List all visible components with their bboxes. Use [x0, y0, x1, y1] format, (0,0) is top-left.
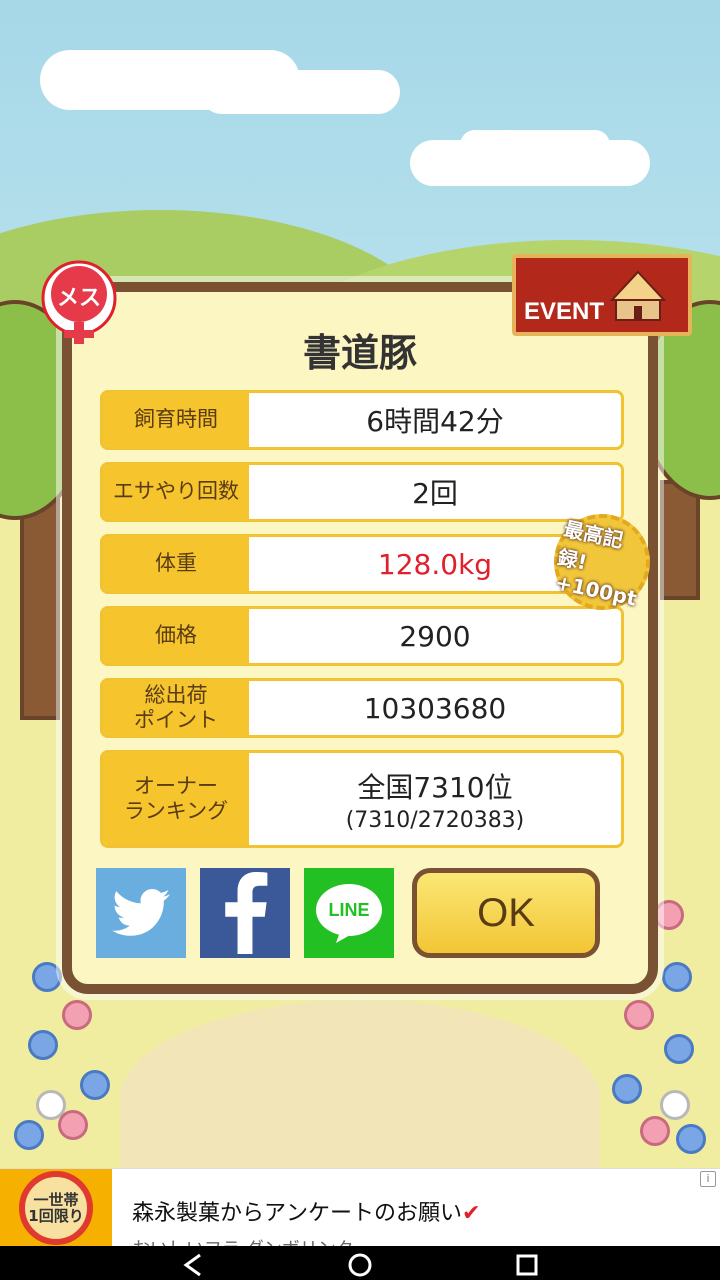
facebook-icon — [225, 872, 268, 954]
stat-label: 飼育時間 — [103, 393, 249, 447]
flower — [80, 1070, 110, 1100]
flower — [660, 1090, 690, 1120]
stat-label: 体重 — [103, 537, 249, 591]
tree-trunk — [660, 480, 700, 600]
stat-row-owner-ranking: オーナー ランキング 全国7310位 (7310/2720383) — [100, 750, 624, 848]
facebook-share-button[interactable] — [200, 868, 290, 958]
flower — [676, 1124, 706, 1154]
ranking-detail: (7310/2720383) — [345, 807, 525, 833]
stat-label: 総出荷 ポイント — [103, 681, 249, 735]
ad-subtitle: おいしいフラ ダンボリンク — [132, 1235, 354, 1246]
stat-value: 全国7310位 (7310/2720383) — [249, 753, 621, 845]
stat-row-shipping-points: 総出荷 ポイント 10303680 — [100, 678, 624, 738]
stat-label: エサやり回数 — [103, 465, 249, 519]
flower — [664, 1034, 694, 1064]
flower — [28, 1030, 58, 1060]
flower — [654, 900, 684, 930]
female-gender-icon: メス — [34, 258, 124, 348]
event-badge: EVENT — [512, 254, 692, 336]
ad-title: 森永製菓からアンケートのお願い✔ — [132, 1201, 481, 1226]
line-label: LINE — [328, 900, 370, 920]
flower — [14, 1120, 44, 1150]
check-icon: ✔ — [462, 1201, 481, 1226]
stat-row-raising-time: 飼育時間 6時間42分 — [100, 390, 624, 450]
pig-result-dialog: 書道豚 飼育時間 6時間42分 エサやり回数 2回 体重 128.0kg 価格 … — [62, 282, 659, 994]
flower — [32, 962, 62, 992]
flower — [612, 1074, 642, 1104]
ad-info-icon[interactable]: i — [700, 1171, 716, 1187]
stat-value: 6時間42分 — [249, 393, 621, 447]
flower — [62, 1000, 92, 1030]
home-icon[interactable] — [347, 1252, 373, 1278]
flower — [58, 1110, 88, 1140]
stat-label: 価格 — [103, 609, 249, 663]
ad-banner[interactable]: 一世帯 1回限り 森永製菓からアンケートのお願い✔ おいしいフラ ダンボリンク … — [0, 1168, 720, 1246]
twitter-share-button[interactable] — [96, 868, 186, 958]
recent-apps-icon[interactable] — [514, 1252, 540, 1278]
stat-value: 10303680 — [249, 681, 621, 735]
circus-tent-icon — [609, 270, 667, 321]
stat-label: オーナー ランキング — [103, 753, 249, 845]
cloud — [200, 70, 400, 114]
stat-row-feed-count: エサやり回数 2回 — [100, 462, 624, 522]
line-share-button[interactable]: LINE — [304, 868, 394, 958]
stat-value: 2900 — [249, 609, 621, 663]
flower — [640, 1116, 670, 1146]
ok-button[interactable]: OK — [412, 868, 600, 958]
ad-image: 一世帯 1回限り — [0, 1169, 112, 1246]
back-icon[interactable] — [180, 1252, 206, 1278]
stat-row-weight: 体重 128.0kg — [100, 534, 624, 594]
android-nav-bar — [0, 1246, 720, 1280]
record-badge: 最高記録! +100pt — [545, 505, 659, 619]
event-label: EVENT — [524, 298, 605, 325]
stat-row-price: 価格 2900 — [100, 606, 624, 666]
stat-value: 2回 — [249, 465, 621, 519]
gender-label: メス — [56, 286, 101, 311]
cloud — [460, 130, 610, 160]
flower — [662, 962, 692, 992]
ad-badge: 一世帯 1回限り — [19, 1171, 93, 1245]
twitter-icon — [112, 889, 170, 936]
flower — [624, 1000, 654, 1030]
